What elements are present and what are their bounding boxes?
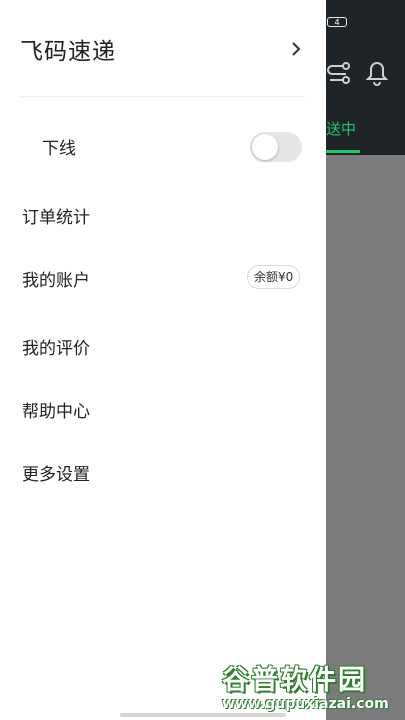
menu-item-my-account[interactable]: 我的账户 余额¥0 [0,252,326,304]
navigation-drawer: 飞码速递 下线 订单统计 我的账户 余额¥0 我的评价 帮助中心 更多设置 [0,0,326,720]
menu-item-label: 帮助中心 [22,402,90,422]
menu-item-label: 我的评价 [22,339,90,359]
battery-icon: 4 [327,17,347,27]
menu-item-order-stats[interactable]: 订单统计 [0,189,326,241]
battery-level: 4 [334,17,340,27]
divider [20,96,306,97]
menu-item-help-center[interactable]: 帮助中心 [0,383,326,435]
tab-indicator [326,150,360,153]
offline-row: 下线 [0,120,326,172]
route-icon[interactable] [326,60,352,86]
menu-item-my-reviews[interactable]: 我的评价 [0,320,326,372]
chevron-right-icon[interactable] [290,40,302,58]
menu-item-label: 订单统计 [22,208,90,228]
watermark-url: www.gupuxiazai.com [222,696,389,712]
menu-item-more-settings[interactable]: 更多设置 [0,446,326,498]
toggle-knob [252,134,278,160]
balance-badge: 余额¥0 [247,265,301,289]
offline-toggle[interactable] [250,132,302,162]
tab-delivering[interactable]: 送中 [326,118,356,139]
watermark-title: 谷普软件园 [222,665,367,696]
drawer-title[interactable]: 飞码速递 [20,32,116,66]
menu-item-label: 我的账户 [22,271,90,291]
menu-item-label: 更多设置 [22,465,90,485]
watermark: 谷普软件园 www.gupuxiazai.com [222,658,402,716]
offline-label: 下线 [42,139,76,159]
bell-icon[interactable] [366,60,388,86]
